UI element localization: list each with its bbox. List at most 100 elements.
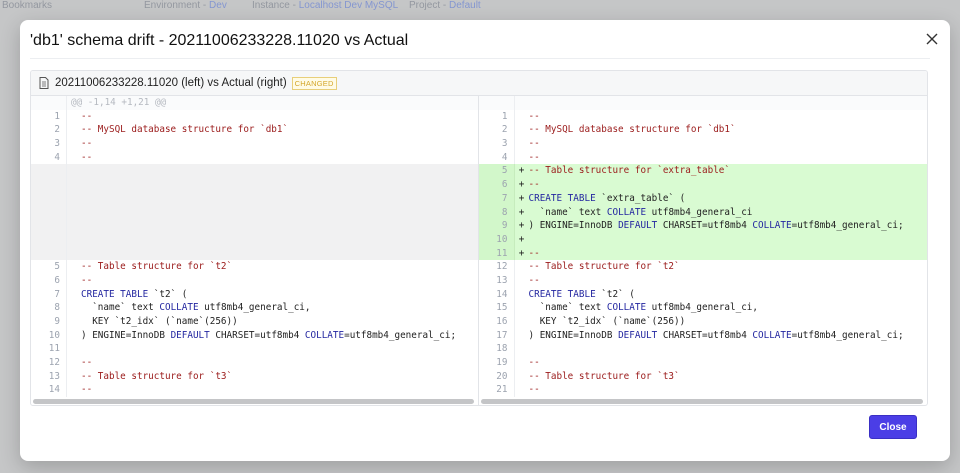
sql-keyword: DEFAULT	[618, 329, 658, 341]
line-number: 18	[479, 342, 515, 357]
line-number: 10	[478, 232, 515, 247]
diff-mark	[67, 329, 81, 343]
hunk-text: @@ -1,14 +1,21 @@	[71, 97, 167, 108]
sql-keyword: COLLATE	[606, 206, 647, 218]
line-number: 15	[479, 301, 515, 315]
line-number	[31, 164, 67, 179]
sql-text: ) ENGINE=InnoDB	[528, 329, 619, 341]
diff-mark	[515, 342, 529, 356]
line-code: --	[81, 356, 478, 370]
added-line: 5 + -- Table structure for `extra_table`	[478, 164, 927, 179]
diff-mark	[515, 151, 529, 165]
left-horizontal-scrollbar[interactable]	[33, 399, 474, 404]
code-line: 3 --	[479, 137, 928, 151]
right-pane[interactable]: 1 -- 2 -- MySQL database structure for `db1…	[478, 96, 928, 405]
line-number: 14	[479, 287, 515, 302]
diff-mark	[67, 356, 81, 370]
line-code: ) ENGINE=InnoDB DEFAULT CHARSET=utf8mb4 …	[529, 219, 928, 233]
added-line: 7 + CREATE TABLE `extra_table` (	[478, 191, 927, 206]
diff-mark	[67, 301, 81, 315]
line-code: --	[81, 137, 478, 151]
code-line: 15 `name` text COLLATE utf8mb4_general_c…	[479, 301, 928, 315]
line-number: 16	[479, 315, 515, 329]
code-line: 10) ENGINE=InnoDB DEFAULT CHARSET=utf8mb…	[31, 328, 478, 343]
added-line: 11 + --	[478, 246, 927, 261]
sql-comment: -- Table structure for `t3`	[528, 370, 680, 382]
left-pane[interactable]: @@ -1,14 +1,21 @@ 1 -- 2 -- MySQL database …	[31, 96, 479, 405]
line-number: 1	[31, 109, 67, 124]
code-line: 2 -- MySQL database structure for `db1`	[479, 123, 928, 138]
diff-mark	[67, 315, 81, 329]
line-number: 3	[31, 137, 67, 151]
right-horizontal-scrollbar[interactable]	[480, 399, 923, 404]
sql-comment: -- Table structure for `extra_table`	[528, 165, 731, 177]
diff-mark: +	[518, 220, 525, 232]
line-code: CREATE TABLE `t2` (	[81, 288, 478, 302]
added-line: 6 + --	[478, 178, 927, 192]
sql-comment: --	[528, 384, 540, 396]
code-line: 9 KEY `t2_idx` (`name`(256))	[31, 315, 478, 329]
empty-placeholder-line	[31, 232, 478, 247]
code-line: 14 CREATE TABLE `t2` (	[479, 287, 928, 302]
sql-text: utf8mb4_general_ci,	[646, 302, 759, 314]
line-number	[31, 246, 67, 261]
diff-mark	[67, 137, 81, 151]
diff-mark	[67, 219, 81, 233]
line-code: `name` text COLLATE utf8mb4_general_ci	[529, 206, 928, 220]
diff-mark	[515, 370, 529, 384]
diff-mark	[515, 260, 529, 274]
sql-comment: --	[528, 179, 540, 191]
code-line: 3 --	[31, 137, 478, 151]
close-button[interactable]: Close	[869, 415, 917, 439]
close-icon[interactable]	[924, 31, 940, 47]
sql-text: ) ENGINE=InnoDB	[81, 329, 171, 341]
line-code: CREATE TABLE `t2` (	[529, 288, 928, 302]
diff-mark	[515, 274, 529, 288]
file-icon	[39, 77, 49, 89]
code-line: 12 --	[31, 356, 478, 370]
diff-mark	[515, 110, 529, 124]
diff-mark: +	[518, 233, 525, 245]
sql-text: `name` text	[528, 206, 607, 218]
diff-mark	[515, 137, 529, 151]
sql-keyword: CREATE TABLE	[528, 192, 596, 204]
line-code: KEY `t2_idx` (`name`(256))	[529, 315, 928, 329]
line-number: 9	[31, 315, 67, 329]
sql-text: `t2` (	[595, 288, 635, 300]
sql-text: =utf8mb4_general_ci;	[344, 329, 457, 341]
code-line: 5 -- Table structure for `t2`	[31, 260, 478, 274]
line-number	[31, 178, 67, 192]
sql-keyword: DEFAULT	[170, 329, 210, 341]
sql-keyword: COLLATE	[606, 302, 647, 314]
line-number: 17	[479, 328, 515, 343]
sql-keyword: COLLATE	[752, 220, 792, 232]
sql-text: =utf8mb4_general_ci;	[791, 220, 904, 232]
line-number	[31, 205, 67, 220]
code-line: 4 --	[31, 150, 478, 165]
diff-mark: +	[518, 247, 525, 259]
code-line: 12 -- Table structure for `t2`	[479, 260, 928, 274]
line-code: -- Table structure for `t3`	[81, 370, 478, 384]
sql-text: `extra_table` (	[595, 192, 686, 204]
sql-comment: --	[81, 110, 93, 122]
file-header: 20211006233228.11020 (left) vs Actual (r…	[31, 71, 927, 96]
line-code: --	[529, 383, 928, 397]
line-number: 1	[479, 109, 515, 124]
diff-mark	[515, 315, 529, 329]
line-number: 2	[31, 123, 67, 138]
code-line: 14 --	[31, 383, 478, 398]
diff-mark	[515, 356, 529, 370]
sql-comment: -- Table structure for `t3`	[81, 370, 233, 382]
diff-mark	[67, 151, 81, 165]
file-header-label: 20211006233228.11020 (left) vs Actual (r…	[55, 77, 287, 89]
bookmarks-label: Bookmarks	[2, 0, 53, 11]
line-code: --	[529, 137, 928, 151]
diff-mark	[515, 329, 529, 343]
code-line: 19 --	[479, 356, 928, 370]
sql-comment: --	[528, 247, 540, 259]
diff-mark	[515, 383, 529, 397]
